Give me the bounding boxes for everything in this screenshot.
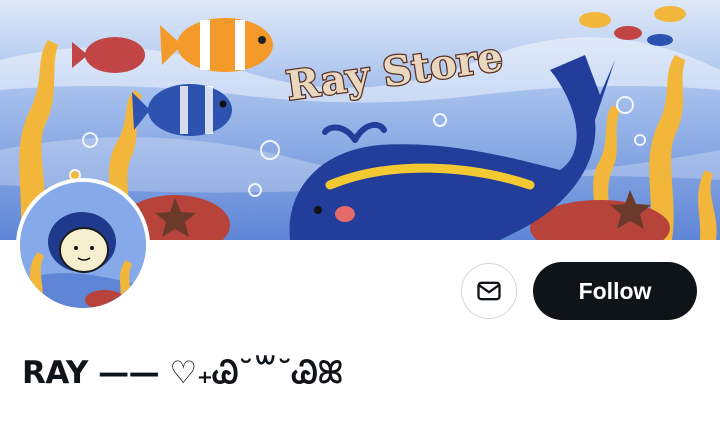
follow-button[interactable]: Follow	[533, 262, 697, 320]
display-name: RAY —— ♡₊Ꮚ˘꒳˘Ꮚꕤ	[22, 355, 343, 391]
avatar-illustration	[20, 182, 146, 308]
message-button[interactable]	[461, 263, 517, 319]
envelope-icon	[477, 281, 501, 301]
avatar[interactable]	[16, 178, 150, 312]
